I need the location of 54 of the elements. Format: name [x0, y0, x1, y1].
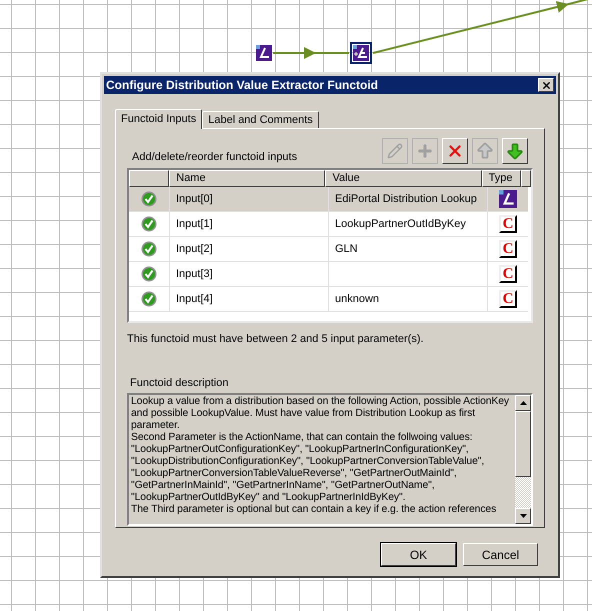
scroll-down-button[interactable]	[515, 508, 531, 524]
tab[interactable]: Functoid Inputs	[115, 109, 202, 129]
description-text: Lookup a value from a distribution based on the following Action, possible ActionKey and possible LookupValue. Must have value from Distribution Lookup as first parameter.	[131, 396, 510, 432]
column-header[interactable]: Type	[482, 170, 522, 187]
table-cell-text: unknown	[335, 292, 380, 307]
functoid-icon	[353, 45, 369, 61]
up-triangle-icon	[520, 401, 526, 405]
table-row[interactable]: Input[0] EdiPortal Distribution Lookup	[129, 187, 528, 212]
close-icon	[540, 80, 552, 90]
close-button[interactable]	[538, 78, 554, 92]
parameter-note: This functoid must have between 2 and 5 input parameter(s).	[127, 332, 425, 347]
scrollbar[interactable]	[515, 395, 531, 524]
constant-type-icon: C	[499, 240, 517, 258]
table-row[interactable]: Input[2] GLN C	[129, 237, 528, 262]
scroll-thumb[interactable]	[515, 411, 531, 477]
dialog-button[interactable]: OK	[381, 543, 456, 566]
arrow-down-icon	[505, 141, 525, 161]
tab[interactable]: Label and Comments	[202, 111, 319, 128]
functoid-icon	[256, 45, 272, 61]
plus-icon	[416, 142, 434, 160]
table-cell-text: GLN	[335, 242, 358, 257]
column-header[interactable]: Name	[169, 170, 326, 187]
table-cell-text: Input[0]	[176, 192, 213, 207]
scroll-up-button[interactable]	[515, 395, 531, 411]
table-cell-text: Input[4]	[176, 292, 213, 307]
constant-type-icon: C	[499, 290, 517, 308]
functoid-node[interactable]	[350, 42, 372, 64]
pencil-icon	[387, 143, 403, 159]
constant-type-icon: C	[499, 265, 517, 283]
window-title: Configure Distribution Value Extractor Functoid	[106, 77, 378, 94]
table-cell-text: Input[3]	[176, 266, 213, 282]
table-cell-text: EdiPortal Distribution Lookup	[335, 192, 477, 207]
functoid-node[interactable]	[253, 42, 275, 64]
arrow-up-icon	[475, 141, 495, 161]
description-text: The Third parameter is optional but can contain a key if e.g. the action references	[131, 504, 498, 516]
check-icon	[141, 266, 157, 282]
column-header[interactable]: Value	[325, 170, 482, 187]
constant-type-icon: C	[499, 215, 517, 233]
description-text: Second Parameter is the ActionName, that can contain the follwoing values: "LookupPartnerOutConfigurationKey", "LookupPartnerInConfigurationKey", "LookupDistributionConfigurationKey", "LookupPartnerConversionTableValue", "LookupPartnerConversionTableValueReverse", "GetPartnerOutMainId", "GetPartnerInMainId", "GetPartnerInName", "GetPartnerOutName", "LookupPartnerOutIdByKey" and "LookupPartnerInIdByKey".	[131, 432, 486, 504]
check-icon	[141, 191, 157, 207]
table-cell-text: LookupPartnerOutIdByKey	[335, 216, 466, 232]
check-icon	[141, 241, 157, 257]
down-triangle-icon	[520, 514, 526, 518]
functoid-type-icon	[499, 190, 517, 208]
table-row[interactable]: Input[4] unknown C	[129, 287, 528, 312]
table-row[interactable]: Input[1] LookupPartnerOutIdByKey C	[129, 212, 528, 237]
description-label: Functoid description	[130, 376, 230, 390]
table-row[interactable]: Input[3] C	[129, 262, 528, 287]
check-icon	[141, 216, 157, 232]
table-cell-text: Input[1]	[176, 216, 213, 232]
check-icon	[141, 291, 157, 307]
section-label: Add/delete/reorder functoid inputs	[132, 150, 298, 165]
table-cell-text: Input[2]	[176, 242, 213, 257]
dialog-button[interactable]: Cancel	[463, 543, 538, 566]
